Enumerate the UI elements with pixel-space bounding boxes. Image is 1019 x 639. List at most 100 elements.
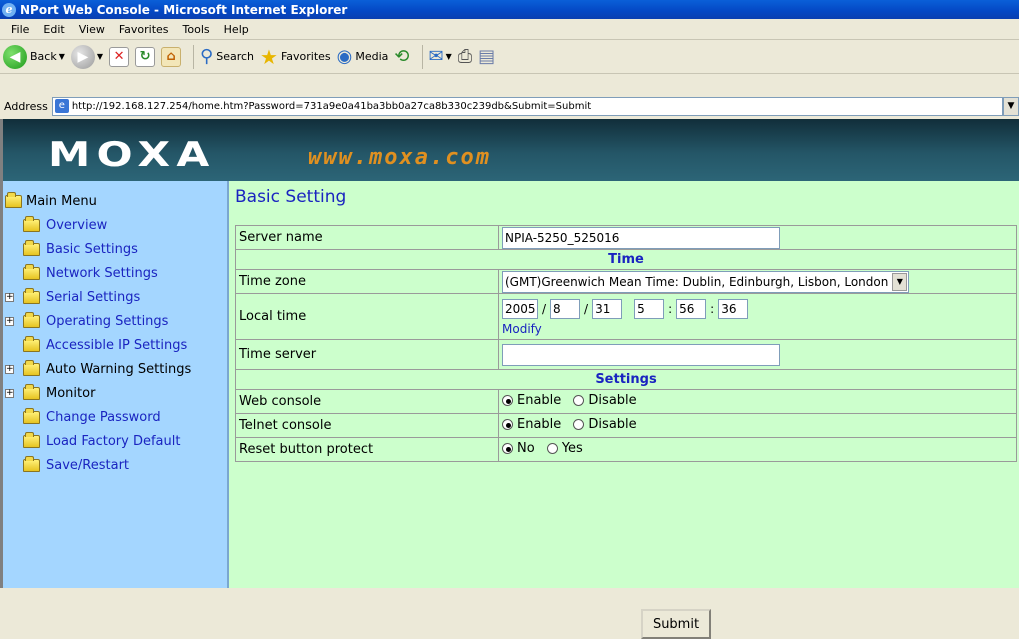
print-button[interactable]: ⎙ — [458, 43, 472, 71]
date-separator: / — [584, 302, 589, 316]
address-bar: Address e http://192.168.127.254/home.ht… — [0, 95, 1019, 117]
media-button[interactable]: ◉ Media — [337, 43, 389, 71]
web-console-enable-radio[interactable]: Enable — [502, 393, 561, 408]
toolbar: ◀ Back ▼ ▶ ▼ ✕ ↻ ⌂ ⚲ Search ★ Favorites … — [0, 40, 1019, 74]
web-console-cell: Enable Disable — [498, 389, 1017, 414]
telnet-console-disable-radio[interactable]: Disable — [573, 417, 637, 432]
menu-view[interactable]: View — [72, 23, 112, 36]
home-button[interactable]: ⌂ — [161, 43, 182, 71]
refresh-icon: ↻ — [135, 46, 156, 67]
day-input[interactable]: 31 — [592, 299, 623, 319]
month-input[interactable]: 8 — [550, 299, 581, 319]
radio-unchecked-icon — [573, 395, 585, 406]
chevron-down-icon[interactable]: ▼ — [892, 272, 908, 291]
radio-unchecked-icon — [546, 443, 558, 454]
expand-plus-icon[interactable]: + — [5, 316, 14, 326]
folder-icon — [23, 311, 40, 328]
menu-favorites[interactable]: Favorites — [112, 23, 176, 36]
folder-icon — [23, 407, 40, 424]
history-button[interactable]: ⟲ — [394, 43, 409, 71]
sidebar-item-label: Serial Settings — [46, 289, 141, 305]
telnet-console-label: Telnet console — [235, 413, 499, 438]
sidebar-item-basic-settings[interactable]: Basic Settings — [5, 237, 191, 261]
menu-edit[interactable]: Edit — [36, 23, 71, 36]
sidebar-item-load-factory-default[interactable]: Load Factory Default — [5, 429, 191, 453]
back-button[interactable]: ◀ Back ▼ — [3, 43, 65, 71]
telnet-console-enable-radio[interactable]: Enable — [502, 417, 561, 432]
address-label: Address — [4, 99, 48, 113]
settings-section-header: Settings — [235, 369, 1017, 390]
server-name-cell — [498, 225, 1017, 250]
menu-help[interactable]: Help — [217, 23, 256, 36]
sidebar-item-change-password[interactable]: Change Password — [5, 405, 191, 429]
modify-link[interactable]: Modify — [502, 322, 1013, 336]
favorites-label: Favorites — [280, 50, 331, 63]
reset-protect-yes-radio[interactable]: Yes — [546, 441, 583, 456]
sidebar-item-accessible-ip-settings[interactable]: Accessible IP Settings — [5, 333, 191, 357]
mail-button[interactable]: ✉ ▼ — [429, 43, 452, 71]
minute-input[interactable]: 56 — [676, 299, 707, 319]
toolbar-separator — [421, 44, 423, 69]
sidebar-item-label: Auto Warning Settings — [46, 361, 192, 377]
time-server-input[interactable] — [502, 343, 780, 366]
forward-button[interactable]: ▶ ▼ — [70, 43, 103, 71]
year-input[interactable]: 2005 — [502, 299, 538, 319]
radio-checked-icon — [502, 443, 513, 454]
header-banner: MOXA www.moxa.com — [3, 119, 1019, 181]
banner-url: www.moxa.com — [308, 145, 491, 170]
expand-plus-icon[interactable]: + — [5, 388, 14, 398]
sidebar-item-label: Load Factory Default — [46, 433, 181, 449]
reset-protect-label: Reset button protect — [235, 437, 499, 462]
sidebar-item-label: Network Settings — [46, 265, 158, 281]
sidebar-root-main-menu[interactable]: Main Menu — [5, 189, 191, 213]
reset-protect-no-radio[interactable]: No — [502, 441, 535, 456]
hour-input[interactable]: 5 — [634, 299, 665, 319]
folder-icon — [23, 239, 40, 256]
expand-plus-icon[interactable]: + — [5, 292, 14, 302]
radio-checked-icon — [502, 395, 513, 406]
menu-bar: File Edit View Favorites Tools Help — [0, 19, 1019, 40]
enable-label: Enable — [517, 417, 562, 432]
address-dropdown-icon[interactable]: ▼ — [1003, 96, 1019, 116]
search-button[interactable]: ⚲ Search — [200, 43, 254, 71]
menu-file[interactable]: File — [4, 23, 36, 36]
local-time-fields: 2005 / 8 / 31 5 : 56 : 36 — [502, 299, 1013, 319]
mail-dropdown-icon[interactable]: ▼ — [446, 52, 452, 61]
forward-dropdown-icon[interactable]: ▼ — [97, 52, 103, 61]
time-server-cell — [498, 339, 1017, 370]
address-url: http://192.168.127.254/home.htm?Password… — [71, 100, 592, 112]
edit-button[interactable]: ▤ — [478, 43, 495, 71]
second-input[interactable]: 36 — [718, 299, 749, 319]
submit-button[interactable]: Submit — [641, 609, 711, 639]
back-dropdown-icon[interactable]: ▼ — [59, 52, 65, 61]
open-folder-icon — [5, 191, 22, 208]
sidebar-item-overview[interactable]: Overview — [5, 213, 191, 237]
media-label: Media — [355, 50, 389, 63]
folder-icon — [23, 287, 40, 304]
expand-plus-icon[interactable]: + — [5, 364, 14, 374]
time-zone-select[interactable]: (GMT)Greenwich Mean Time: Dublin, Edinbu… — [502, 270, 910, 293]
address-input[interactable]: e http://192.168.127.254/home.htm?Passwo… — [51, 96, 1003, 116]
moxa-logo: MOXA — [48, 135, 216, 175]
date-separator: / — [542, 302, 547, 316]
refresh-button[interactable]: ↻ — [135, 43, 156, 71]
sidebar-item-save-restart[interactable]: Save/Restart — [5, 453, 191, 477]
folder-icon — [23, 263, 40, 280]
sidebar-item-auto-warning-settings[interactable]: + Auto Warning Settings — [5, 357, 191, 381]
sidebar-item-serial-settings[interactable]: + Serial Settings — [5, 285, 191, 309]
sidebar-item-monitor[interactable]: + Monitor — [5, 381, 191, 405]
radio-checked-icon — [502, 419, 513, 430]
stop-button[interactable]: ✕ — [109, 43, 130, 71]
web-console-disable-radio[interactable]: Disable — [573, 393, 637, 408]
time-zone-label: Time zone — [235, 269, 499, 294]
sidebar-item-operating-settings[interactable]: + Operating Settings — [5, 309, 191, 333]
favorites-button[interactable]: ★ Favorites — [260, 43, 331, 71]
sidebar-item-network-settings[interactable]: Network Settings — [5, 261, 191, 285]
edit-page-icon: ▤ — [478, 46, 496, 67]
server-name-input[interactable] — [502, 226, 780, 249]
history-icon: ⟲ — [394, 46, 410, 67]
mail-icon: ✉ — [428, 46, 444, 67]
yes-label: Yes — [561, 441, 583, 456]
sidebar-root-label: Main Menu — [26, 193, 97, 209]
menu-tools[interactable]: Tools — [176, 23, 217, 36]
